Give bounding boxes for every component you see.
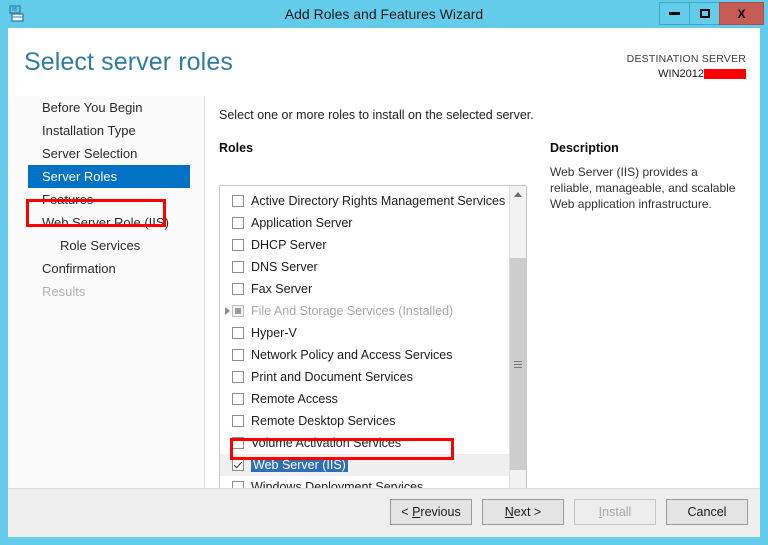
maximize-icon bbox=[699, 9, 710, 18]
sidebar-item-label: Web Server Role (IIS) bbox=[42, 215, 169, 230]
previous-button[interactable]: < Previous bbox=[390, 499, 472, 525]
role-checkbox[interactable] bbox=[232, 261, 244, 273]
sidebar-item-role-services[interactable]: Role Services bbox=[8, 234, 204, 257]
title-bar: Add Roles and Features Wizard X bbox=[0, 0, 768, 28]
role-checkbox[interactable] bbox=[232, 195, 244, 207]
sidebar-item-confirmation[interactable]: Confirmation bbox=[8, 257, 204, 280]
role-checkbox[interactable] bbox=[232, 239, 244, 251]
sidebar-item-label: Features bbox=[42, 192, 94, 207]
role-label: File And Storage Services (Installed) bbox=[251, 304, 454, 318]
roles-scrollbar[interactable] bbox=[509, 186, 526, 504]
role-row[interactable]: DNS Server bbox=[220, 256, 510, 278]
previous-button-label: < Previous bbox=[401, 505, 461, 519]
role-label: Active Directory Rights Management Servi… bbox=[251, 194, 506, 208]
scrollbar-grip-icon bbox=[514, 360, 522, 368]
role-label: Application Server bbox=[251, 216, 353, 230]
sidebar-item-server-roles[interactable]: Server Roles bbox=[28, 165, 190, 188]
sidebar-item-web-server-role-iis[interactable]: Web Server Role (IIS) bbox=[8, 211, 204, 234]
expand-triangle-icon[interactable] bbox=[225, 307, 230, 315]
wizard-window: Add Roles and Features Wizard X Select s… bbox=[0, 0, 768, 545]
window-controls: X bbox=[659, 2, 764, 26]
install-button-label: Install bbox=[598, 505, 632, 519]
install-button: Install bbox=[574, 499, 656, 525]
role-label: Volume Activation Services bbox=[251, 436, 402, 450]
minimize-icon bbox=[669, 12, 680, 15]
role-checkbox[interactable] bbox=[232, 393, 244, 405]
destination-server: DESTINATION SERVER WIN2012 bbox=[627, 52, 746, 81]
sidebar-item-label: Before You Begin bbox=[42, 100, 143, 115]
role-checkbox[interactable] bbox=[232, 415, 244, 427]
role-checkbox[interactable] bbox=[232, 437, 244, 449]
wizard-buttons: < Previous Next > Install Cancel bbox=[390, 499, 748, 525]
role-checkbox[interactable] bbox=[232, 283, 244, 295]
sidebar-item-server-selection[interactable]: Server Selection bbox=[8, 142, 204, 165]
role-row[interactable]: Remote Desktop Services bbox=[220, 410, 510, 432]
role-row[interactable]: Web Server (IIS) bbox=[220, 454, 510, 476]
destination-server-label: DESTINATION SERVER bbox=[626, 53, 746, 65]
roles-listbox[interactable]: Active Directory Rights Management Servi… bbox=[219, 185, 527, 505]
scroll-up-button[interactable] bbox=[510, 186, 526, 203]
main-content: Select one or more roles to install on t… bbox=[205, 96, 760, 505]
role-label: DHCP Server bbox=[251, 238, 327, 252]
sidebar-item-label: Server Roles bbox=[42, 169, 118, 184]
role-label: Web Server (IIS) bbox=[251, 458, 348, 472]
sidebar-item-label: Confirmation bbox=[42, 261, 116, 276]
footer-bar: < Previous Next > Install Cancel bbox=[8, 488, 760, 537]
wizard-steps-nav: Before You Begin Installation Type Server … bbox=[8, 96, 204, 496]
role-label: Hyper-V bbox=[251, 326, 297, 340]
role-checkbox[interactable] bbox=[232, 217, 244, 229]
role-label: Print and Document Services bbox=[251, 370, 413, 384]
role-row[interactable]: Print and Document Services bbox=[220, 366, 510, 388]
roles-label: Roles bbox=[219, 141, 254, 155]
destination-server-name: WIN2012 bbox=[658, 68, 704, 80]
sidebar-item-features[interactable]: Features bbox=[8, 188, 204, 211]
role-label: Fax Server bbox=[251, 282, 313, 296]
instruction-text: Select one or more roles to install on t… bbox=[219, 108, 534, 122]
role-label: DNS Server bbox=[251, 260, 318, 274]
role-row[interactable]: Application Server bbox=[220, 212, 510, 234]
chevron-up-icon bbox=[514, 192, 522, 197]
role-checkbox[interactable] bbox=[232, 349, 244, 361]
description-label: Description bbox=[550, 141, 619, 155]
next-button-label: Next > bbox=[504, 505, 542, 519]
role-checkbox[interactable] bbox=[232, 459, 244, 471]
wizard-page: Select server roles DESTINATION SERVER W… bbox=[8, 28, 760, 537]
role-row[interactable]: Hyper-V bbox=[220, 322, 510, 344]
minimize-button[interactable] bbox=[659, 2, 690, 25]
role-row[interactable]: Remote Access bbox=[220, 388, 510, 410]
maximize-button[interactable] bbox=[689, 2, 720, 25]
cancel-button[interactable]: Cancel bbox=[666, 499, 748, 525]
role-row[interactable]: Network Policy and Access Services bbox=[220, 344, 510, 366]
roles-list: Active Directory Rights Management Servi… bbox=[220, 190, 510, 504]
sidebar-item-label: Installation Type bbox=[42, 123, 136, 138]
role-row[interactable]: Fax Server bbox=[220, 278, 510, 300]
cancel-button-label: Cancel bbox=[687, 505, 727, 519]
window-title: Add Roles and Features Wizard bbox=[284, 6, 484, 22]
role-label: Remote Desktop Services bbox=[251, 414, 396, 428]
role-row: File And Storage Services (Installed) bbox=[220, 300, 510, 322]
role-label: Network Policy and Access Services bbox=[251, 348, 453, 362]
role-checkbox bbox=[232, 305, 244, 317]
role-label: Remote Access bbox=[251, 392, 338, 406]
role-row[interactable]: Active Directory Rights Management Servi… bbox=[220, 190, 510, 212]
sidebar-item-label: Role Services bbox=[60, 238, 141, 253]
page-header: Select server roles DESTINATION SERVER W… bbox=[8, 28, 760, 96]
role-row[interactable]: Volume Activation Services bbox=[220, 432, 510, 454]
role-row[interactable]: DHCP Server bbox=[220, 234, 510, 256]
redaction-block bbox=[704, 69, 746, 79]
sidebar-item-installation-type[interactable]: Installation Type bbox=[8, 119, 204, 142]
role-checkbox[interactable] bbox=[232, 327, 244, 339]
sidebar-item-before-you-begin[interactable]: Before You Begin bbox=[8, 96, 204, 119]
description-text: Web Server (IIS) provides a reliable, ma… bbox=[550, 165, 736, 211]
role-checkbox[interactable] bbox=[232, 371, 244, 383]
sidebar-item-results: Results bbox=[8, 280, 204, 303]
destination-server-value: WIN2012 bbox=[627, 67, 746, 81]
page-title: Select server roles bbox=[24, 48, 233, 76]
sidebar-item-label: Results bbox=[42, 284, 86, 299]
sidebar-item-label: Server Selection bbox=[42, 146, 138, 161]
scrollbar-thumb[interactable] bbox=[510, 258, 526, 470]
next-button[interactable]: Next > bbox=[482, 499, 564, 525]
close-button[interactable]: X bbox=[719, 2, 764, 25]
